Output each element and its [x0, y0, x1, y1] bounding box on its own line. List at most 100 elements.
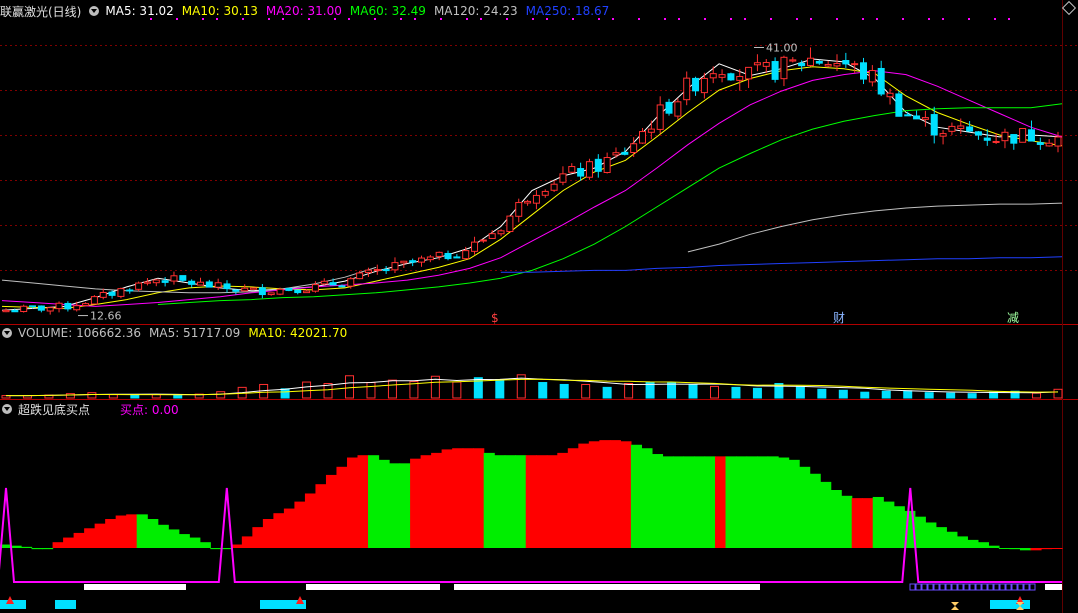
candle-body — [444, 252, 452, 260]
ma-legend: MA5: 31.02 MA10: 30.13 MA20: 31.00 MA60: 32… — [105, 4, 617, 18]
candle-body — [798, 62, 806, 67]
candle-body — [241, 287, 249, 292]
stock-title: 联赢激光(日线) — [0, 4, 82, 19]
candle-body — [1027, 129, 1035, 142]
indicator-bar — [357, 455, 369, 548]
candle-body — [29, 305, 37, 308]
volume-bar — [173, 394, 183, 399]
indicator-bar — [1040, 548, 1053, 550]
volume-bar — [559, 383, 569, 399]
candle-body — [1045, 142, 1053, 147]
box-mark — [957, 583, 964, 591]
indicator-bar — [630, 444, 643, 548]
candle-body — [205, 281, 213, 288]
candle-body — [152, 279, 160, 284]
indicator-bar — [231, 544, 243, 548]
indicator-bar — [914, 516, 926, 548]
candle-body — [753, 62, 761, 66]
candle-body — [285, 287, 293, 291]
indicator-bar — [336, 466, 348, 548]
signal-dot — [664, 18, 666, 20]
indicator-bar — [1030, 548, 1042, 551]
candle-body — [771, 61, 779, 80]
volume-bar — [302, 381, 312, 399]
dropdown-icon[interactable] — [89, 6, 100, 16]
indicator-bar — [1009, 548, 1021, 550]
candle-body — [577, 168, 585, 177]
indicator-bar — [820, 481, 832, 548]
volume-bar — [838, 389, 848, 399]
ma-legend-item-2: MA20: 31.00 — [265, 4, 342, 18]
indicator-bar — [21, 546, 33, 548]
white-strip-0 — [84, 584, 186, 590]
dropdown-icon[interactable] — [2, 328, 12, 338]
volume-legend: VOLUME: 106662.36 MA5: 51717.09 MA10: 4202… — [18, 326, 355, 340]
indicator-bar — [462, 448, 474, 548]
indicator-bar — [504, 455, 516, 548]
volume-bar — [65, 393, 75, 399]
candle-body — [568, 166, 576, 173]
ma-line-MA120 — [1, 202, 1063, 294]
dropdown-icon[interactable] — [2, 404, 12, 414]
cyan-strip-1 — [55, 600, 76, 609]
candle-body — [789, 59, 797, 62]
box-mark — [969, 583, 976, 591]
indicator-bar — [168, 529, 180, 548]
candle-body — [966, 126, 974, 132]
candle-body — [479, 239, 487, 242]
candle-body — [842, 60, 850, 65]
volume-bar — [752, 387, 762, 399]
indicator-bar — [52, 542, 64, 548]
volume-bar — [967, 393, 977, 399]
box-mark — [921, 583, 928, 591]
signal-dot — [744, 18, 746, 20]
indicator-bar — [378, 459, 390, 548]
indicator-bar — [304, 493, 317, 548]
indicator-bar — [84, 528, 96, 548]
signal-dot — [928, 18, 930, 20]
volume-bar — [667, 382, 677, 399]
indicator-bar — [651, 454, 664, 548]
indicator-bar — [557, 452, 569, 548]
signal-dot — [810, 18, 812, 20]
box-mark — [939, 583, 946, 591]
indicator-bar — [967, 539, 979, 548]
candle-body — [559, 173, 567, 183]
candle-body — [550, 183, 558, 191]
candle-body — [639, 131, 647, 144]
candle-body — [11, 310, 19, 313]
candle-body — [612, 152, 620, 156]
volume-bar — [1053, 388, 1063, 399]
indicator-bar — [946, 531, 958, 548]
signal-dot — [1008, 18, 1010, 20]
indicator-bar — [599, 440, 611, 548]
candle-body — [497, 230, 505, 235]
indicator-bar — [841, 495, 853, 548]
candle-body — [851, 63, 859, 66]
candle-body — [417, 257, 425, 263]
candle-body — [630, 143, 638, 153]
buy-point-label: 买点: 0.00 — [120, 402, 179, 417]
indicator-bar — [746, 456, 758, 548]
indicator-bar — [473, 448, 485, 548]
candle-body — [462, 250, 470, 260]
candle-body — [860, 62, 868, 80]
volume-header: VOLUME: 106662.36 MA5: 51717.09 MA10: 4202… — [0, 324, 361, 342]
candle-body — [868, 70, 876, 83]
indicator-bar — [536, 455, 548, 548]
volume-bar — [989, 391, 999, 399]
candle-body — [320, 280, 328, 285]
indicator-bar — [620, 441, 632, 548]
candle-body — [311, 284, 319, 292]
candle-body — [718, 74, 726, 78]
indicator-bar — [778, 457, 790, 548]
indicator-bar — [609, 440, 621, 548]
white-strip-2 — [454, 584, 760, 590]
indicator-bar — [147, 519, 159, 548]
indicator-bar — [94, 523, 106, 548]
signal-dot — [968, 18, 970, 20]
indicator-bar — [325, 474, 338, 548]
candle-body — [2, 309, 10, 313]
indicator-bar — [588, 441, 600, 548]
indicator-bar — [63, 537, 75, 548]
